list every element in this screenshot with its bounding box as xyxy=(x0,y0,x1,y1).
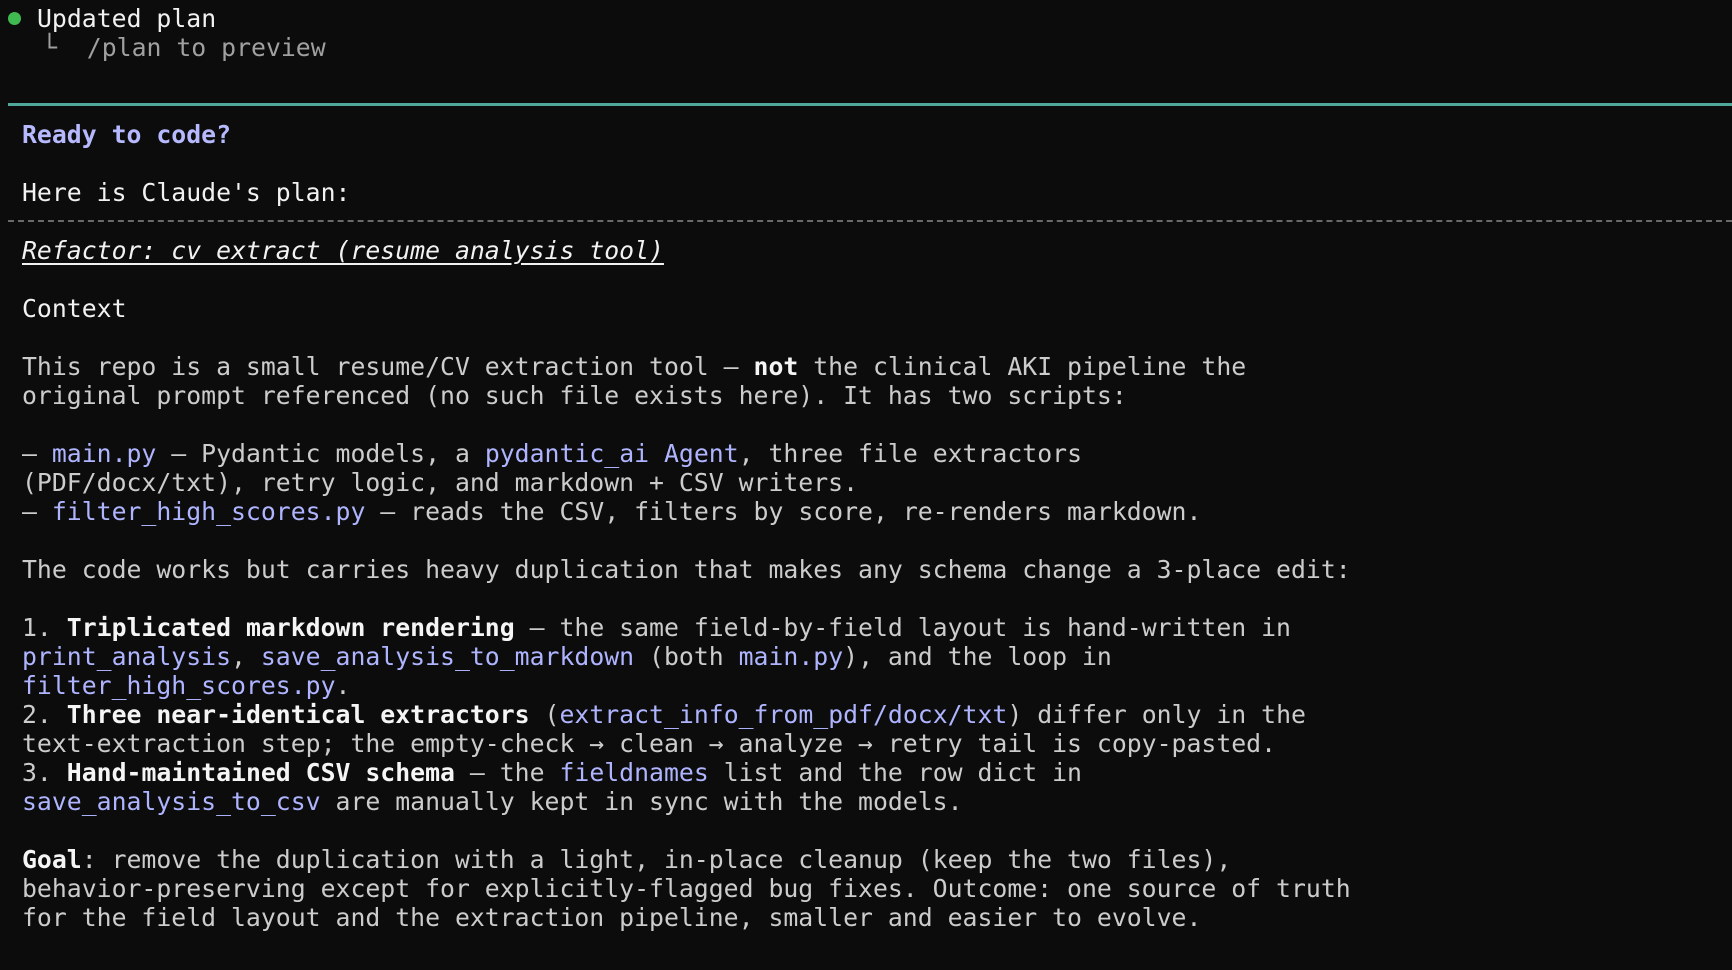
list-item-3-cont: save_analysis_to_csv are manually kept i… xyxy=(22,787,963,816)
file-ref-main-py: main.py xyxy=(51,439,157,468)
plan-title: Refactor: cv_extract (resume analysis to… xyxy=(22,236,664,265)
list-item-1-cont: print_analysis, save_analysis_to_markdow… xyxy=(22,642,1112,671)
context-paragraph-line-2: original prompt referenced (no such file… xyxy=(22,381,1127,410)
code-ref-extractors: extract_info_from_pdf/docx/txt xyxy=(559,700,1008,729)
list-item-1-cont-2: filter_high_scores.py. xyxy=(22,671,351,700)
tree-branch-icon: └ xyxy=(42,33,57,62)
plan-preview-command[interactable]: /plan to preview xyxy=(87,33,326,62)
goal-label: Goal xyxy=(22,845,82,874)
status-title: Updated plan xyxy=(37,4,217,33)
goal-line-2: behavior-preserving except for explicitl… xyxy=(22,874,1351,903)
status-dot-icon xyxy=(8,12,21,25)
duplication-summary: The code works but carries heavy duplica… xyxy=(22,555,1351,584)
script-item-main-cont: (PDF/docx/txt), retry logic, and markdow… xyxy=(22,468,859,497)
context-heading: Context xyxy=(22,294,127,323)
list-item-2-cont: text-extraction step; the empty-check → … xyxy=(22,729,1277,758)
goal-line-1: Goal: remove the duplication with a ligh… xyxy=(22,845,1232,874)
context-paragraph-line-1: This repo is a small resume/CV extractio… xyxy=(22,352,1247,381)
file-ref-filter-high-scores: filter_high_scores.py xyxy=(51,497,366,526)
code-ref-save-csv: save_analysis_to_csv xyxy=(22,787,321,816)
code-ref-print-analysis: print_analysis xyxy=(22,642,232,671)
code-ref-fieldnames: fieldnames xyxy=(559,758,709,787)
list-item-2: 2. Three near-identical extractors (extr… xyxy=(22,700,1306,729)
list-item-3: 3. Hand-maintained CSV schema — the fiel… xyxy=(22,758,1082,787)
file-ref-main-py-2: main.py xyxy=(738,642,844,671)
goal-line-3: for the field layout and the extraction … xyxy=(22,903,1202,932)
script-item-filter: — filter_high_scores.py — reads the CSV,… xyxy=(22,497,1202,526)
file-ref-filter-high-scores-2: filter_high_scores.py xyxy=(22,671,336,700)
code-ref-save-markdown: save_analysis_to_markdown xyxy=(260,642,635,671)
list-item-1: 1. Triplicated markdown rendering — the … xyxy=(22,613,1291,642)
script-item-main: — main.py — Pydantic models, a pydantic_… xyxy=(22,439,1082,468)
prompt-question: Ready to code? xyxy=(22,120,232,149)
code-ref-agent: pydantic_ai Agent xyxy=(484,439,739,468)
divider-solid xyxy=(8,103,1732,106)
divider-dashed xyxy=(8,220,1732,222)
status-hint: └ /plan to preview xyxy=(42,33,326,62)
prompt-intro: Here is Claude's plan: xyxy=(22,178,351,207)
